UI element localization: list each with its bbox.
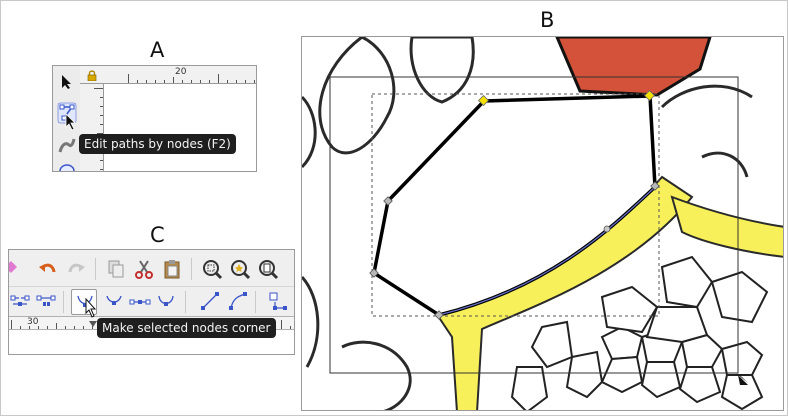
ruler-tick [56,323,57,329]
selector-arrow-icon[interactable] [60,74,74,90]
yellow-band-right[interactable] [670,195,784,258]
toolbar-separator [95,258,96,280]
ruler-tick [209,80,210,83]
symmetric-node-icon[interactable] [129,290,151,312]
ruler-tick [236,80,237,83]
ruler-tick [100,169,103,170]
segment-line-icon[interactable] [199,290,221,312]
cut-icon[interactable] [133,258,155,280]
toolbar-separator [185,291,186,313]
tooltip-edit-paths: Edit paths by nodes (F2) [79,134,236,154]
ruler-tick [100,97,103,98]
drawing-canvas [302,37,784,410]
selected-path[interactable] [372,94,657,317]
zoom-page-icon[interactable] [257,258,279,280]
ruler-tick [227,80,228,83]
ruler-tick [245,80,246,83]
ruler-tick [155,80,156,83]
auto-smooth-node-icon[interactable] [155,290,177,312]
ruler-number-20: 20 [175,67,187,77]
break-path-icon[interactable] [35,290,57,312]
panel-c-screenshot: 30 Make selected nodes corner [8,249,295,355]
toolbar-separator [191,258,192,280]
ruler-tick [200,80,201,83]
ellipse-tool-icon[interactable] [57,162,77,172]
tooltip-make-corner: Make selected nodes corner [97,318,276,338]
panel-label-a: A [150,38,165,62]
ruler-tick [65,326,66,329]
red-shape[interactable] [555,37,712,97]
ruler-tick [100,106,103,107]
ruler-tick [164,80,165,83]
panel-label-c: C [150,223,165,247]
object-to-path-icon[interactable] [267,290,289,312]
ruler-tick [100,115,103,116]
ruler-tick [191,80,192,83]
redo-icon[interactable] [65,258,87,280]
node-controls-toolbar [9,286,294,316]
pink-shape-icon [9,261,17,273]
panel-label-b: B [540,8,555,32]
ruler-tick [20,326,21,329]
ruler-tick [137,80,138,83]
join-nodes-icon[interactable] [9,290,31,312]
ruler-tick [128,74,129,83]
duplicate-icon[interactable] [105,258,127,280]
ruler-number-30: 30 [27,317,39,327]
ruler-tick [281,320,282,329]
zoom-selection-icon[interactable] [201,258,223,280]
ruler-tick [100,160,103,161]
ruler-tick [94,88,103,89]
ruler-tick [74,326,75,329]
panel-a-screenshot: 20 30 Edit paths by nodes (F2) [52,65,257,172]
ruler-tick [146,80,147,83]
vertical-ruler [80,84,104,171]
horizontal-ruler: 20 30 [80,66,256,84]
toolbar-separator [255,291,256,313]
ruler-tick [83,326,84,329]
ruler-tick [47,326,48,329]
ruler-tick [182,80,183,83]
ruler-tick [100,124,103,125]
lock-icon[interactable] [87,70,97,81]
ruler-tick [11,320,12,329]
undo-icon[interactable] [37,258,59,280]
segment-curve-icon[interactable] [227,290,249,312]
cursor-icon [85,298,97,318]
panel-b-canvas [301,36,784,411]
ruler-marker-icon [89,321,97,327]
ruler-tick [254,80,255,83]
ruler-tick [173,77,174,83]
commands-toolbar [9,250,294,286]
paste-icon[interactable] [161,258,183,280]
smooth-node-icon[interactable] [103,290,125,312]
zoom-drawing-icon[interactable] [229,258,251,280]
tweak-tool-icon[interactable] [57,136,77,154]
cursor-icon [65,113,76,131]
toolbox [53,66,80,172]
ruler-tick [218,74,219,83]
ruler-tick [290,326,291,329]
node-handle[interactable] [603,225,611,233]
toolbar-separator [63,291,64,313]
